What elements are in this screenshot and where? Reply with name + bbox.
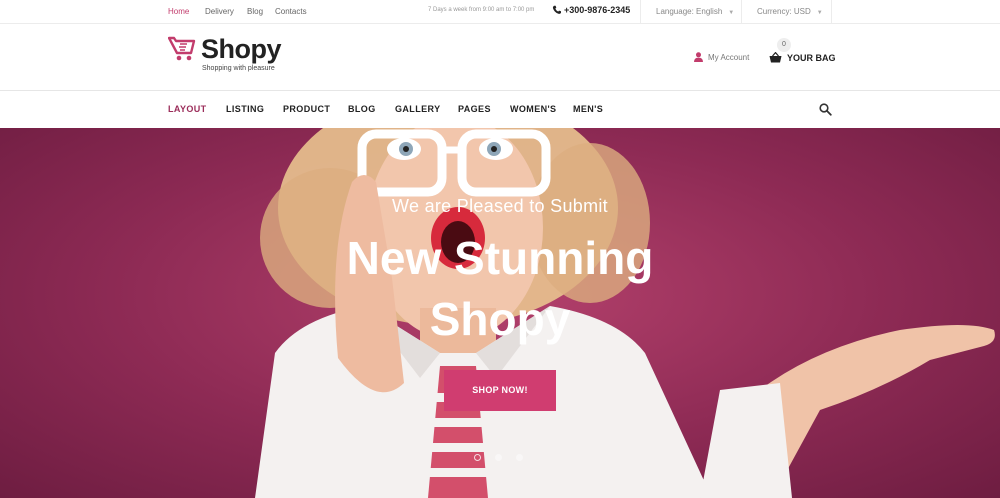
basket-icon bbox=[769, 52, 782, 63]
phone-number-text: +300-9876-2345 bbox=[564, 5, 631, 15]
nav-item-womens[interactable]: WOMEN'S bbox=[510, 104, 556, 114]
hero-kicker: We are Pleased to Submit bbox=[392, 196, 608, 216]
shop-now-button[interactable]: SHOP NOW! bbox=[444, 370, 556, 411]
nav-item-layout[interactable]: LAYOUT bbox=[168, 104, 207, 114]
slider-pagination bbox=[474, 454, 523, 461]
site-header: Shopy Shopping with pleasure My Account … bbox=[0, 25, 1000, 91]
hero-title-line-2: Shopy bbox=[429, 293, 571, 345]
your-bag-button[interactable]: YOUR BAG bbox=[769, 52, 836, 63]
my-account-link[interactable]: My Account bbox=[694, 52, 749, 62]
top-link-contacts[interactable]: Contacts bbox=[275, 7, 307, 16]
hero-slider: We are Pleased to Submit New Stunning Sh… bbox=[0, 128, 1000, 498]
divider bbox=[640, 0, 641, 24]
nav-item-pages[interactable]: PAGES bbox=[458, 104, 491, 114]
divider bbox=[831, 0, 832, 24]
language-label: Language: English bbox=[656, 7, 723, 16]
nav-item-gallery[interactable]: GALLERY bbox=[395, 104, 440, 114]
top-link-home[interactable]: Home bbox=[168, 7, 189, 16]
chevron-down-icon: ▼ bbox=[728, 10, 735, 16]
phone-number[interactable]: +300-9876-2345 bbox=[552, 5, 630, 15]
top-link-blog[interactable]: Blog bbox=[247, 7, 263, 16]
chevron-down-icon: ▼ bbox=[816, 10, 823, 16]
logo-tagline: Shopping with pleasure bbox=[202, 65, 275, 72]
my-account-label: My Account bbox=[708, 52, 750, 62]
currency-label: Currency: USD bbox=[757, 7, 811, 16]
hero-title-line-1: New Stunning bbox=[346, 232, 654, 284]
slider-dot-3[interactable] bbox=[516, 454, 523, 461]
nav-item-mens[interactable]: MEN'S bbox=[573, 104, 603, 114]
divider bbox=[741, 0, 742, 24]
language-selector[interactable]: Language: English ▼ bbox=[656, 7, 734, 16]
currency-selector[interactable]: Currency: USD ▼ bbox=[757, 7, 823, 16]
top-bar: Home Delivery Blog Contacts 7 Days a wee… bbox=[0, 0, 1000, 24]
your-bag-label: YOUR BAG bbox=[787, 52, 836, 63]
slider-dot-1[interactable] bbox=[474, 454, 481, 461]
top-link-delivery[interactable]: Delivery bbox=[205, 7, 234, 16]
nav-item-blog[interactable]: BLOG bbox=[348, 104, 376, 114]
opening-hours: 7 Days a week from 9:00 am to 7:00 pm bbox=[428, 7, 535, 13]
logo-name[interactable]: Shopy bbox=[201, 34, 282, 65]
shopping-cart-logo-icon[interactable] bbox=[168, 36, 196, 62]
phone-icon bbox=[552, 5, 561, 14]
main-navigation: LAYOUT LISTING PRODUCT BLOG GALLERY PAGE… bbox=[0, 92, 1000, 128]
nav-item-listing[interactable]: LISTING bbox=[226, 104, 264, 114]
user-icon bbox=[694, 52, 703, 62]
nav-item-product[interactable]: PRODUCT bbox=[283, 104, 330, 114]
search-icon[interactable] bbox=[819, 103, 832, 116]
slider-dot-2[interactable] bbox=[495, 454, 502, 461]
bag-count-badge: 0 bbox=[777, 38, 791, 52]
